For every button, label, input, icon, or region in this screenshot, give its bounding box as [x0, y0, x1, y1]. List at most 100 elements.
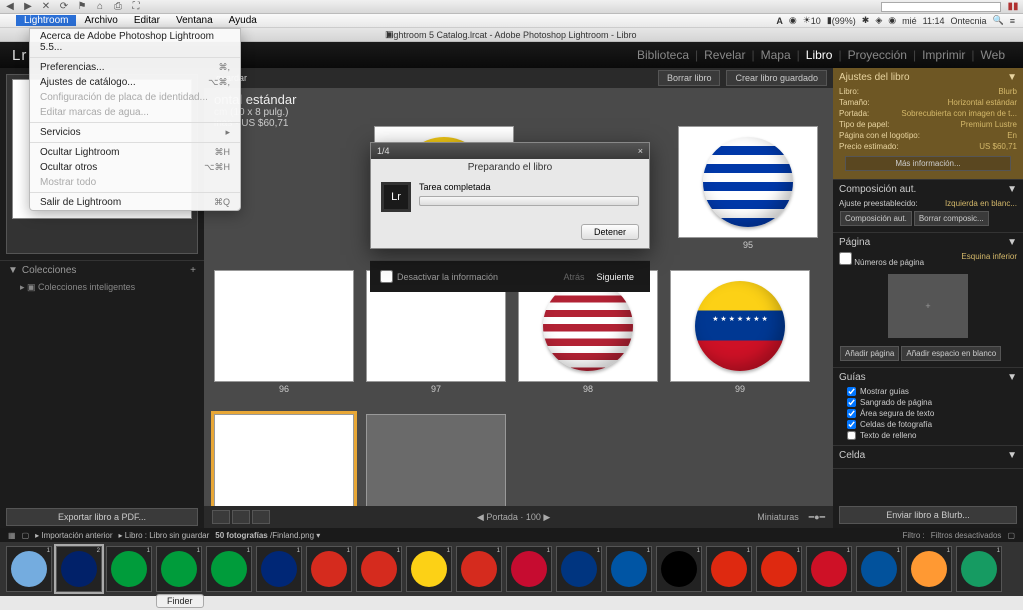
filmstrip[interactable]: 12111111111111111111 [0, 542, 1023, 596]
monitor-icon[interactable]: ▢ [22, 531, 30, 540]
filmstrip-thumb[interactable]: 1 [6, 546, 52, 592]
export-pdf-button[interactable]: Exportar libro a PDF... [6, 508, 198, 526]
book-settings-panel: Ajustes del libro▼ Libro:Blurb Tamaño:Ho… [833, 68, 1023, 180]
mi-catalog[interactable]: Ajustes de catálogo...⌥⌘, [30, 75, 240, 90]
mi-services[interactable]: Servicios▸ [30, 125, 240, 140]
view-spread-button[interactable] [232, 510, 250, 524]
status-evernote-icon: ✱ [862, 15, 870, 26]
delete-book-button[interactable]: Borrar libro [658, 70, 721, 86]
filter-dropdown[interactable]: Filtros desactivados [931, 531, 1002, 540]
notifications-icon[interactable]: ≡ [1010, 16, 1015, 26]
disable-info-checkbox[interactable] [380, 270, 393, 283]
flag-icon[interactable]: ⚑ [76, 1, 88, 13]
collections-panel: ▼ Colecciones+ ▸ ▣ Colecciones inteligen… [0, 260, 204, 299]
filmstrip-thumb[interactable]: 1 [556, 546, 602, 592]
status-wifi-icon: ◉ [888, 15, 896, 26]
progress-bar [419, 196, 639, 206]
menu-archivo[interactable]: Archivo [76, 15, 125, 26]
filmstrip-thumb[interactable]: 1 [356, 546, 402, 592]
page-thumb[interactable]: 99 [670, 270, 810, 394]
filmstrip-thumb[interactable]: 1 [506, 546, 552, 592]
url-input[interactable] [881, 2, 1001, 12]
filmstrip-thumb[interactable]: 1 [306, 546, 352, 592]
mod-revelar[interactable]: Revelar [698, 48, 751, 62]
send-blurb-button[interactable]: Enviar libro a Blurb... [839, 506, 1017, 524]
crumb-count: 50 fotografías /Finland.png ▾ [215, 531, 320, 540]
filmstrip-thumb[interactable]: 1 [456, 546, 502, 592]
guide-filler-checkbox[interactable] [847, 431, 856, 440]
mod-imprimir[interactable]: Imprimir [916, 48, 971, 62]
home-icon[interactable]: ⌂ [94, 1, 106, 13]
mod-libro[interactable]: Libro [800, 48, 839, 62]
mi-about[interactable]: Acerca de Adobe Photoshop Lightroom 5.5.… [30, 29, 240, 55]
close-icon[interactable]: × [638, 146, 643, 156]
filmstrip-thumb[interactable]: 1 [106, 546, 152, 592]
filmstrip-thumb[interactable]: 1 [806, 546, 852, 592]
filter-lock-icon[interactable]: ▢ [1007, 531, 1015, 540]
filmstrip-thumb[interactable]: 1 [156, 546, 202, 592]
mi-hide-others[interactable]: Ocultar otros⌥⌘H [30, 160, 240, 175]
grid-icon[interactable]: ▦ [8, 531, 16, 540]
mi-hide[interactable]: Ocultar Lightroom⌘H [30, 145, 240, 160]
filmstrip-thumb[interactable]: 1 [906, 546, 952, 592]
smart-collections[interactable]: ▸ ▣ Colecciones inteligentes [8, 280, 196, 295]
thumb-size-slider[interactable]: ━●━ [809, 512, 825, 523]
back-button[interactable]: Atrás [557, 272, 590, 282]
add-blank-button[interactable]: Añadir espacio en blanco [901, 346, 1001, 361]
filmstrip-thumb[interactable]: 1 [656, 546, 702, 592]
mi-prefs[interactable]: Preferencias...⌘, [30, 60, 240, 75]
filmstrip-thumb[interactable]: 1 [756, 546, 802, 592]
mod-proyeccion[interactable]: Proyección [842, 48, 913, 62]
guide-bleed-checkbox[interactable] [847, 398, 856, 407]
status-brightness: ☀ 10 [803, 15, 821, 26]
spotlight-icon[interactable]: 🔍 [993, 15, 1004, 26]
print-icon[interactable]: ⎙ [112, 1, 124, 13]
crumb-book[interactable]: ▸ Libro : Libro sin guardar [119, 531, 210, 540]
status-adobe-icon: A [776, 16, 783, 26]
forward-icon[interactable]: ▶ [22, 1, 34, 13]
cell-panel: Celda▼ [833, 446, 1023, 469]
collections-header[interactable]: ▼ Colecciones+ [8, 265, 196, 276]
menu-editar[interactable]: Editar [126, 15, 168, 26]
guide-textsafe-checkbox[interactable] [847, 409, 856, 418]
show-guides-checkbox[interactable] [847, 387, 856, 396]
filmstrip-thumb[interactable]: 2 [56, 546, 102, 592]
filmstrip-thumb[interactable]: 1 [706, 546, 752, 592]
menu-icon[interactable]: ▮▮ [1007, 1, 1019, 13]
page-thumb[interactable]: 96 [214, 270, 354, 394]
mi-quit[interactable]: Salir de Lightroom⌘Q [30, 195, 240, 210]
guide-cells-checkbox[interactable] [847, 420, 856, 429]
mod-web[interactable]: Web [975, 48, 1011, 62]
filmstrip-thumb[interactable]: 1 [256, 546, 302, 592]
create-saved-book-button[interactable]: Crear libro guardado [726, 70, 827, 86]
menu-ayuda[interactable]: Ayuda [221, 15, 265, 26]
stop-button[interactable]: Detener [581, 224, 639, 240]
menu-ventana[interactable]: Ventana [168, 15, 221, 26]
filmstrip-thumb[interactable]: 1 [406, 546, 452, 592]
page-indicator: ◀ Portada · 100 ▶ [477, 512, 550, 523]
reload-icon[interactable]: ⟳ [58, 1, 70, 13]
next-button[interactable]: Siguiente [590, 272, 640, 282]
view-single-button[interactable] [252, 510, 270, 524]
fullscreen-icon[interactable]: ⛶ [130, 1, 142, 13]
filmstrip-thumb[interactable]: 1 [956, 546, 1002, 592]
filmstrip-thumb[interactable]: 1 [206, 546, 252, 592]
mod-mapa[interactable]: Mapa [755, 48, 797, 62]
view-grid-button[interactable] [212, 510, 230, 524]
filmstrip-thumb[interactable]: 1 [856, 546, 902, 592]
pagenum-checkbox[interactable] [839, 252, 852, 265]
autocomp-button[interactable]: Composición aut. [840, 211, 912, 226]
stop-icon[interactable]: ✕ [40, 1, 52, 13]
more-info-button[interactable]: Más información... [845, 156, 1010, 171]
clear-comp-button[interactable]: Borrar composic... [914, 211, 989, 226]
mod-biblioteca[interactable]: Biblioteca [631, 48, 695, 62]
crumb-import[interactable]: ▸ Importación anterior [35, 531, 112, 540]
add-page-button[interactable]: Añadir página [840, 346, 899, 361]
filmstrip-thumb[interactable]: 1 [606, 546, 652, 592]
module-picker: Biblioteca| Revelar| Mapa| Libro| Proyec… [631, 48, 1011, 62]
menu-lightroom[interactable]: Lightroom [16, 15, 76, 26]
page-thumb-back[interactable] [366, 414, 506, 506]
page-template-thumb[interactable]: + [888, 274, 968, 338]
page-thumb-selected[interactable]: 100 [214, 414, 354, 506]
back-icon[interactable]: ◀ [4, 1, 16, 13]
